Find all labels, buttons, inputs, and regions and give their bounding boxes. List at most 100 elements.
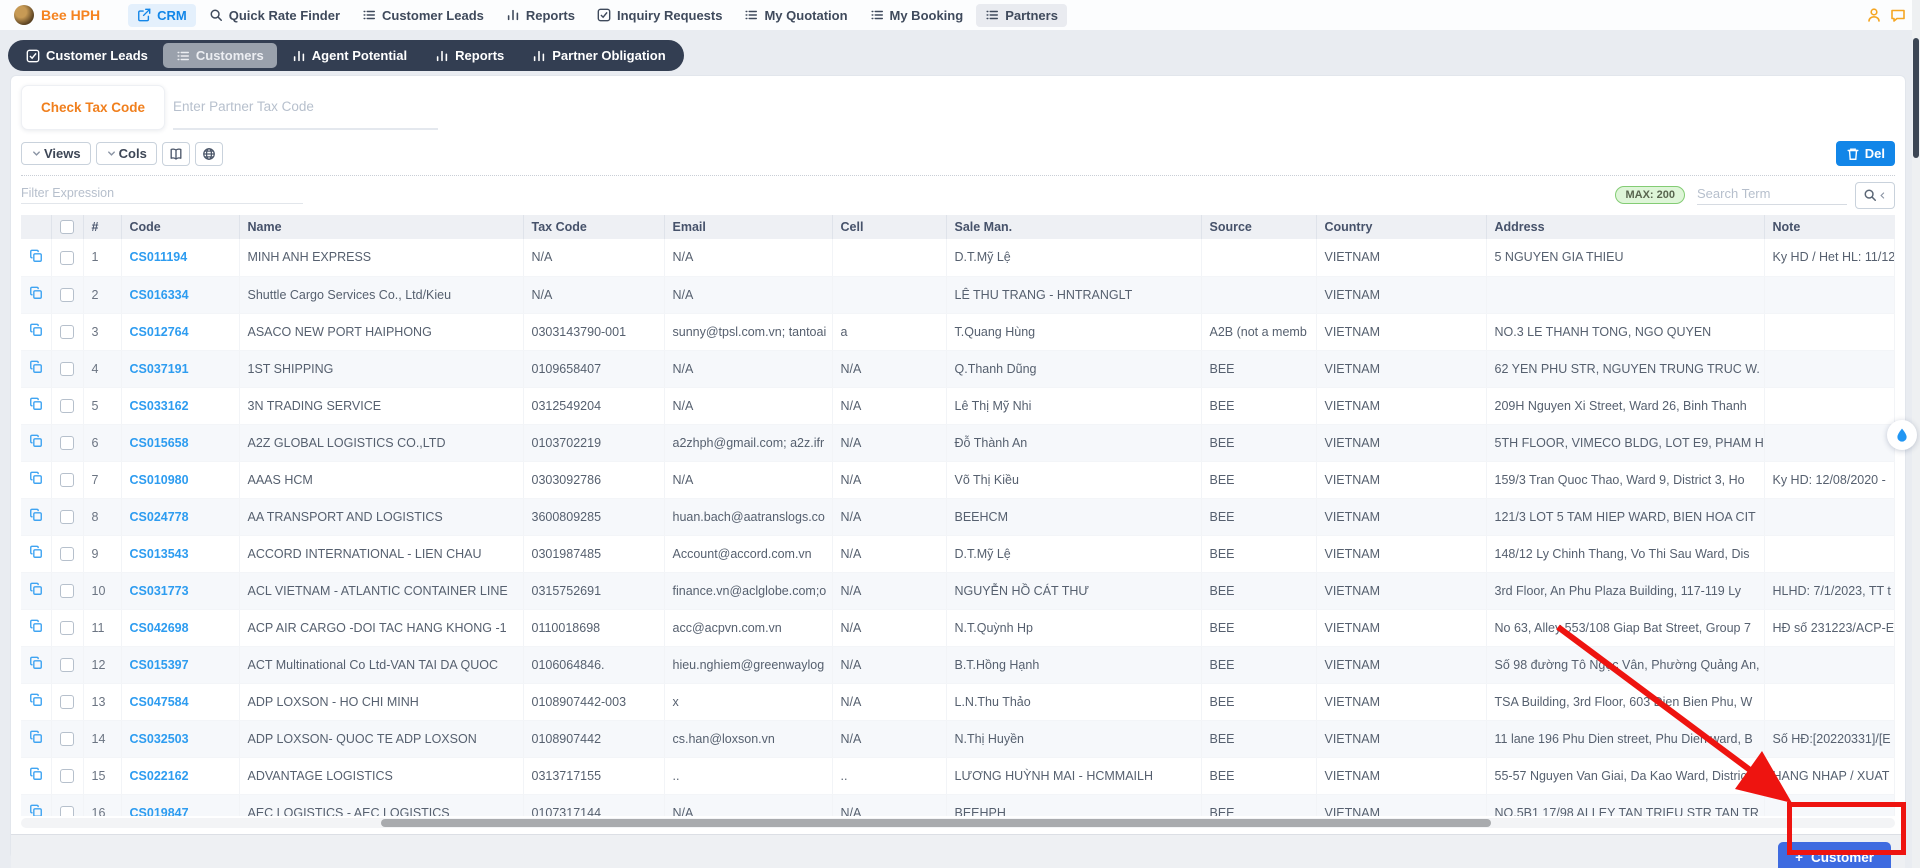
nav-item-crm[interactable]: CRM (128, 4, 196, 27)
email-cell: N/A (664, 350, 832, 387)
nav-item-my-quotation[interactable]: My Quotation (735, 4, 856, 27)
row-checkbox[interactable] (60, 732, 74, 746)
customer-code-link[interactable]: CS022162 (121, 757, 239, 794)
customer-code-link[interactable]: CS011194 (121, 239, 239, 276)
water-drop-floating-button[interactable] (1887, 420, 1917, 450)
source-cell: A2B (not a memb (1201, 313, 1316, 350)
row-checkbox[interactable] (60, 695, 74, 709)
row-checkbox[interactable] (60, 362, 74, 376)
copy-row-icon[interactable] (21, 424, 51, 461)
vertical-scrollbar-thumb[interactable] (1913, 38, 1919, 158)
column-header-note[interactable]: Note (1764, 215, 1895, 239)
select-all-checkbox[interactable] (60, 220, 74, 234)
row-checkbox[interactable] (60, 584, 74, 598)
row-checkbox[interactable] (60, 325, 74, 339)
column-header-name[interactable]: Name (239, 215, 523, 239)
customer-code-link[interactable]: CS037191 (121, 350, 239, 387)
note-cell: HANG NHAP / XUAT (1764, 757, 1895, 794)
customer-code-link[interactable]: CS015658 (121, 424, 239, 461)
cell-phone-cell: N/A (832, 683, 946, 720)
column-header-tax-code[interactable]: Tax Code (523, 215, 664, 239)
copy-row-icon[interactable] (21, 757, 51, 794)
row-checkbox[interactable] (60, 658, 74, 672)
copy-row-icon[interactable] (21, 276, 51, 313)
email-cell: cs.han@loxson.vn (664, 720, 832, 757)
column-header-address[interactable]: Address (1486, 215, 1764, 239)
column-header-email[interactable]: Email (664, 215, 832, 239)
horizontal-scrollbar[interactable] (21, 818, 1895, 828)
nav-item-my-booking[interactable]: My Booking (861, 4, 973, 27)
filter-expression-input[interactable] (21, 186, 303, 204)
add-customer-button[interactable]: + Customer (1778, 842, 1891, 868)
copy-row-icon[interactable] (21, 350, 51, 387)
nav-item-reports[interactable]: Reports (497, 4, 584, 27)
column-header-sale-man[interactable]: Sale Man. (946, 215, 1201, 239)
copy-row-icon[interactable] (21, 646, 51, 683)
person-icon[interactable] (1866, 7, 1882, 23)
table-row: 2 CS016334 Shuttle Cargo Services Co., L… (21, 276, 1895, 313)
partner-tax-code-input[interactable] (173, 85, 438, 130)
customer-code-link[interactable]: CS042698 (121, 609, 239, 646)
row-checkbox[interactable] (60, 288, 74, 302)
copy-row-icon[interactable] (21, 683, 51, 720)
column-header-cell[interactable]: Cell (832, 215, 946, 239)
customer-code-link[interactable]: CS019847 (121, 794, 239, 816)
copy-row-icon[interactable] (21, 498, 51, 535)
tab-reports[interactable]: Reports (422, 43, 517, 68)
column-header-code[interactable]: Code (121, 215, 239, 239)
nav-item-partners[interactable]: Partners (976, 4, 1067, 27)
copy-row-icon[interactable] (21, 461, 51, 498)
customer-code-link[interactable]: CS012764 (121, 313, 239, 350)
column-header-country[interactable]: Country (1316, 215, 1486, 239)
copy-row-icon[interactable] (21, 313, 51, 350)
search-term-input[interactable] (1697, 186, 1847, 205)
copy-row-icon[interactable] (21, 239, 51, 276)
search-button[interactable] (1855, 182, 1895, 209)
book-view-button[interactable] (162, 142, 190, 166)
tab-customer-leads[interactable]: Customer Leads (13, 43, 161, 68)
customer-code-link[interactable]: CS010980 (121, 461, 239, 498)
copy-row-icon[interactable] (21, 572, 51, 609)
row-checkbox[interactable] (60, 769, 74, 783)
customer-code-link[interactable]: CS047584 (121, 683, 239, 720)
row-checkbox[interactable] (60, 436, 74, 450)
column-header-source[interactable]: Source (1201, 215, 1316, 239)
tax-code-cell: 0303143790-001 (523, 313, 664, 350)
email-cell: N/A (664, 387, 832, 424)
cols-dropdown-button[interactable]: Cols (96, 142, 157, 165)
tab-agent-potential[interactable]: Agent Potential (279, 43, 420, 68)
globe-settings-button[interactable] (195, 142, 223, 166)
nav-item-quick-rate-finder[interactable]: Quick Rate Finder (200, 4, 349, 27)
customer-code-link[interactable]: CS013543 (121, 535, 239, 572)
copy-row-icon[interactable] (21, 720, 51, 757)
row-checkbox[interactable] (60, 251, 74, 265)
brand[interactable]: Bee HPH (14, 5, 100, 25)
check-tax-code-button[interactable]: Check Tax Code (21, 85, 165, 130)
customer-code-link[interactable]: CS033162 (121, 387, 239, 424)
copy-row-icon[interactable] (21, 794, 51, 816)
chat-icon[interactable] (1890, 7, 1906, 23)
delete-button[interactable]: Del (1836, 141, 1895, 166)
column-header-index[interactable]: # (83, 215, 121, 239)
tab-customers[interactable]: Customers (163, 43, 277, 68)
tab-partner-obligation[interactable]: Partner Obligation (519, 43, 678, 68)
copy-row-icon[interactable] (21, 387, 51, 424)
customer-code-link[interactable]: CS032503 (121, 720, 239, 757)
row-checkbox[interactable] (60, 621, 74, 635)
customer-code-link[interactable]: CS031773 (121, 572, 239, 609)
row-checkbox[interactable] (60, 399, 74, 413)
source-cell (1201, 239, 1316, 276)
row-checkbox[interactable] (60, 806, 74, 816)
copy-row-icon[interactable] (21, 535, 51, 572)
customer-code-link[interactable]: CS024778 (121, 498, 239, 535)
customer-code-link[interactable]: CS015397 (121, 646, 239, 683)
customer-code-link[interactable]: CS016334 (121, 276, 239, 313)
row-checkbox[interactable] (60, 510, 74, 524)
horizontal-scrollbar-thumb[interactable] (381, 819, 1491, 827)
views-dropdown-button[interactable]: Views (21, 142, 91, 165)
row-checkbox[interactable] (60, 547, 74, 561)
row-checkbox[interactable] (60, 473, 74, 487)
copy-row-icon[interactable] (21, 609, 51, 646)
nav-item-customer-leads[interactable]: Customer Leads (353, 4, 493, 27)
nav-item-inquiry-requests[interactable]: Inquiry Requests (588, 4, 731, 27)
